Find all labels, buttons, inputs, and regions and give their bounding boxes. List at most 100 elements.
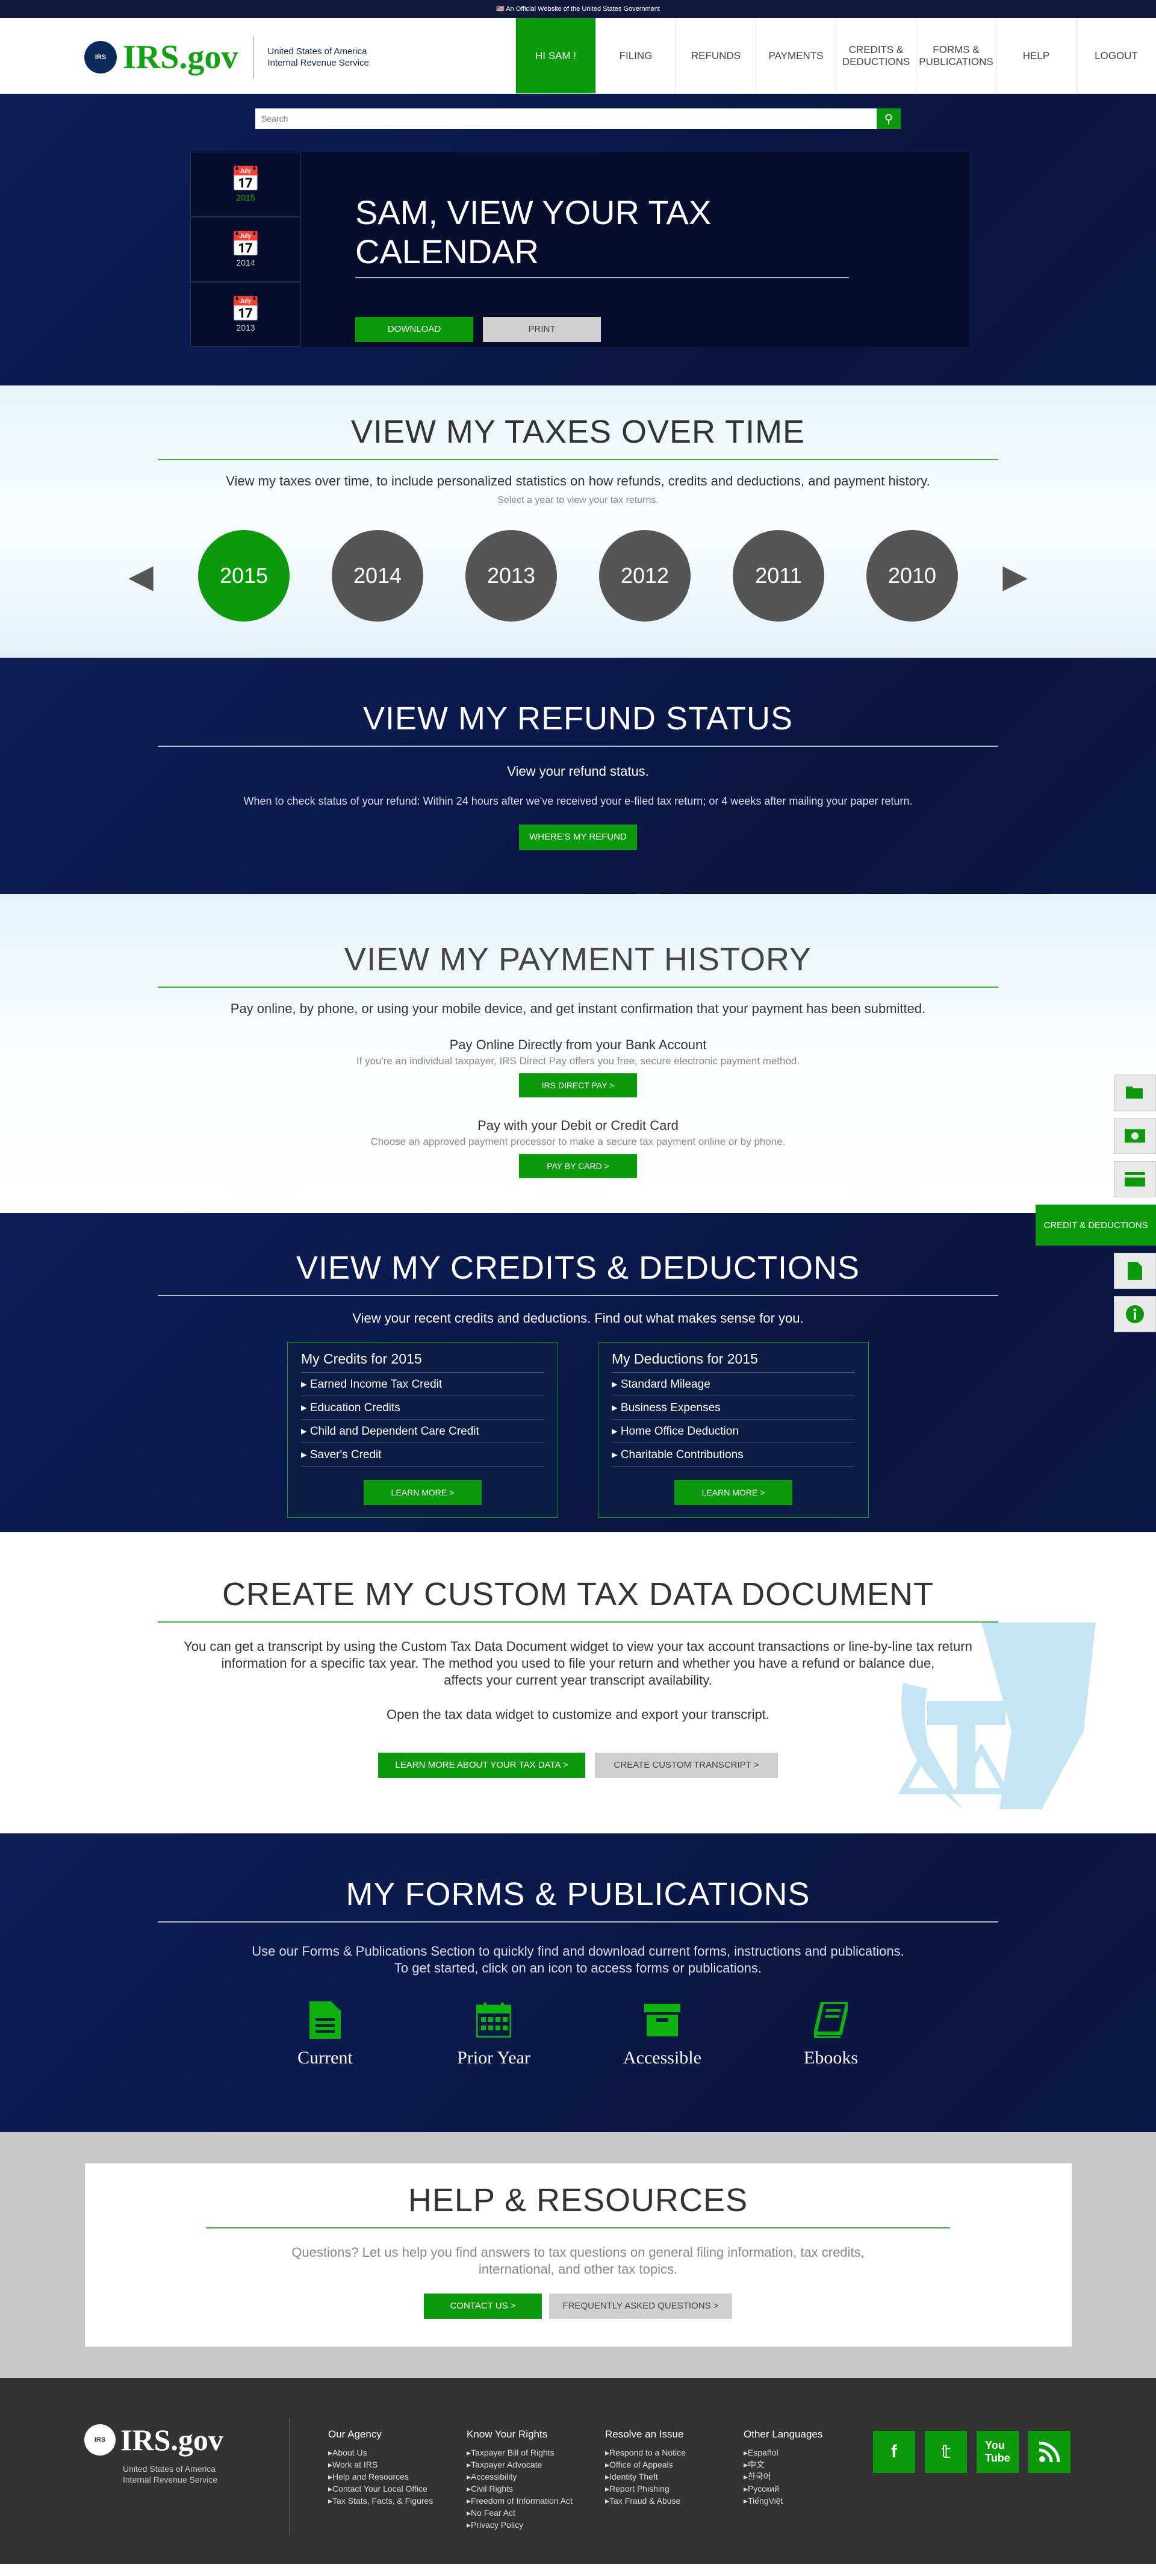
footer-link[interactable]: 한국어 — [744, 2471, 822, 2483]
footer-link[interactable]: Tax Fraud & Abuse — [605, 2495, 686, 2507]
footer-link[interactable]: Taxpayer Advocate — [467, 2459, 573, 2471]
footer-link[interactable]: Taxpayer Bill of Rights — [467, 2447, 573, 2459]
title-underline — [206, 2227, 950, 2228]
irs-direct-pay-button[interactable]: IRS DIRECT PAY > — [519, 1073, 637, 1097]
footer-col-resolve-issue: Resolve an Issue Respond to a Notice Off… — [605, 2428, 686, 2507]
deductions-learn-more-button[interactable]: LEARN MORE > — [674, 1480, 792, 1505]
credit-item[interactable]: ▸ Education Credits — [301, 1396, 544, 1420]
footer-link[interactable]: Contact Your Local Office — [328, 2483, 433, 2495]
carousel-next-icon[interactable]: ▶ — [979, 557, 1051, 595]
credit-card-icon[interactable] — [1114, 1161, 1156, 1197]
footer-link[interactable]: TiếngViệt — [744, 2495, 822, 2507]
pay-by-card-button[interactable]: PAY BY CARD > — [519, 1154, 637, 1178]
help-buttons: CONTACT US > FREQUENTLY ASKED QUESTIONS … — [85, 2294, 1072, 2319]
info-icon[interactable] — [1114, 1296, 1156, 1332]
irs-logo[interactable]: IRS IRS.gov United States of America Int… — [84, 36, 369, 78]
footer-link[interactable]: Help and Resources — [328, 2471, 433, 2483]
create-custom-transcript-button[interactable]: CREATE CUSTOM TRANSCRIPT > — [595, 1753, 778, 1778]
nav-payments[interactable]: PAYMENTS — [756, 18, 836, 93]
calendar-year-2013[interactable]: 📅 2013 — [190, 282, 301, 347]
year-circle-2014[interactable]: 2014 — [332, 530, 423, 622]
forms-current-label: Current — [297, 2048, 353, 2068]
faq-button[interactable]: FREQUENTLY ASKED QUESTIONS > — [549, 2294, 732, 2319]
logo-sub-line1: United States of America — [267, 46, 367, 57]
nav-refunds[interactable]: REFUNDS — [676, 18, 756, 93]
year-circle-2012[interactable]: 2012 — [599, 530, 691, 622]
document-icon[interactable] — [1114, 1253, 1156, 1289]
forms-title: MY FORMS & PUBLICATIONS — [346, 1876, 810, 1912]
deduction-item[interactable]: ▸ Standard Mileage — [612, 1373, 855, 1396]
footer-link[interactable]: Español — [744, 2447, 822, 2459]
footer-col-heading: Other Languages — [744, 2428, 823, 2440]
footer-link[interactable]: Русский — [744, 2483, 822, 2495]
logo-subtitle: United States of America Internal Revenu… — [267, 46, 368, 69]
deduction-item[interactable]: ▸ Home Office Deduction — [612, 1420, 855, 1443]
learn-more-tax-data-button[interactable]: LEARN MORE ABOUT YOUR TAX DATA > — [378, 1753, 585, 1778]
footer-link[interactable]: Freedom of Information Act — [467, 2495, 573, 2507]
footer-link[interactable]: Civil Rights — [467, 2483, 573, 2495]
download-button[interactable]: DOWNLOAD — [355, 317, 473, 342]
credit-item[interactable]: ▸ Earned Income Tax Credit — [301, 1373, 544, 1396]
nav-logout[interactable]: LOGOUT — [1076, 18, 1156, 93]
calendar-year-label: 2015 — [236, 193, 255, 202]
credits-box-heading: My Credits for 2015 — [301, 1351, 544, 1373]
carousel-prev-icon[interactable]: ◀ — [105, 557, 177, 595]
footer-link[interactable]: About Us — [328, 2447, 433, 2459]
year-circle-2010[interactable]: 2010 — [866, 530, 958, 622]
year-circle-2015[interactable]: 2015 — [198, 530, 290, 622]
youtube-icon[interactable]: You Tube — [977, 2431, 1019, 2473]
nav-filing[interactable]: FILING — [595, 18, 676, 93]
year-carousel: ◀ 2015 2014 2013 2012 2011 2010 ▶ — [0, 530, 1156, 622]
deduction-item-label: Home Office Deduction — [620, 1425, 739, 1438]
search-input[interactable] — [255, 108, 877, 129]
forms-accessible-link[interactable]: Accessible — [617, 2001, 707, 2068]
forms-icon-row: Current Prior Year Accessible Ebooks — [0, 2001, 1156, 2068]
money-icon[interactable] — [1114, 1118, 1156, 1154]
social-links: f 𝕥 You Tube — [873, 2431, 1071, 2473]
footer-link[interactable]: Privacy Policy — [467, 2519, 573, 2531]
forms-current-link[interactable]: Current — [280, 2001, 370, 2068]
year-circle-2013[interactable]: 2013 — [465, 530, 557, 622]
folder-icon[interactable] — [1114, 1074, 1156, 1111]
print-button[interactable]: PRINT — [483, 317, 601, 342]
credits-deductions-section: VIEW MY CREDITS & DEDUCTIONS View your r… — [0, 1213, 1156, 1532]
forms-prior-year-link[interactable]: Prior Year — [449, 2001, 539, 2068]
credit-item[interactable]: ▸ Child and Dependent Care Credit — [301, 1420, 544, 1443]
footer-link[interactable]: Work at IRS — [328, 2459, 433, 2471]
rss-icon[interactable] — [1028, 2431, 1071, 2473]
calendar-year-2015[interactable]: 📅 2015 — [190, 152, 301, 217]
year-circle-2011[interactable]: 2011 — [733, 530, 824, 622]
footer-logo[interactable]: IRS IRS.gov United States of America Int… — [84, 2422, 223, 2485]
twitter-icon[interactable]: 𝕥 — [925, 2431, 967, 2473]
footer-link[interactable]: Office of Appeals — [605, 2459, 686, 2471]
search-icon[interactable]: ⚲ — [877, 108, 901, 129]
sidebar-credit-deductions-tab[interactable]: CREDIT & DEDUCTIONS — [1036, 1205, 1156, 1246]
footer-link[interactable]: Report Phishing — [605, 2483, 686, 2495]
payment-title: VIEW MY PAYMENT HISTORY — [344, 941, 812, 978]
forms-ebooks-link[interactable]: Ebooks — [786, 2001, 876, 2068]
credits-learn-more-button[interactable]: LEARN MORE > — [364, 1480, 482, 1505]
footer-col-heading: Resolve an Issue — [605, 2428, 684, 2440]
nav-hi-sam[interactable]: HI SAM ! — [515, 18, 595, 93]
deduction-item[interactable]: ▸ Charitable Contributions — [612, 1443, 855, 1467]
deduction-item[interactable]: ▸ Business Expenses — [612, 1396, 855, 1420]
refund-p1: View your refund status. — [507, 764, 649, 779]
nav-help[interactable]: HELP — [996, 18, 1076, 93]
wheres-my-refund-button[interactable]: WHERE'S MY REFUND — [519, 825, 637, 850]
footer-link[interactable]: Accessibility — [467, 2471, 573, 2483]
footer-link[interactable]: Identity Theft — [605, 2471, 686, 2483]
facebook-icon[interactable]: f — [873, 2431, 915, 2473]
forms-p1: Use our Forms & Publications Section to … — [0, 1943, 1156, 1977]
footer-link[interactable]: Respond to a Notice — [605, 2447, 686, 2459]
payment-history-section: VIEW MY PAYMENT HISTORY Pay online, by p… — [0, 894, 1156, 1213]
footer-link[interactable]: 中文 — [744, 2459, 822, 2471]
nav-credits-deductions[interactable]: CREDITS & DEDUCTIONS — [836, 18, 916, 93]
site-footer: IRS IRS.gov United States of America Int… — [0, 2378, 1156, 2564]
footer-link[interactable]: No Fear Act — [467, 2507, 573, 2519]
nav-forms-publications[interactable]: FORMS & PUBLICATIONS — [916, 18, 996, 93]
calendar-year-2014[interactable]: 📅 2014 — [190, 217, 301, 282]
direct-pay-block: Pay Online Directly from your Bank Accou… — [0, 1037, 1156, 1097]
contact-us-button[interactable]: CONTACT US > — [424, 2294, 542, 2319]
credit-item[interactable]: ▸ Saver's Credit — [301, 1443, 544, 1467]
footer-link[interactable]: Tax Stats, Facts, & Figures — [328, 2495, 433, 2507]
